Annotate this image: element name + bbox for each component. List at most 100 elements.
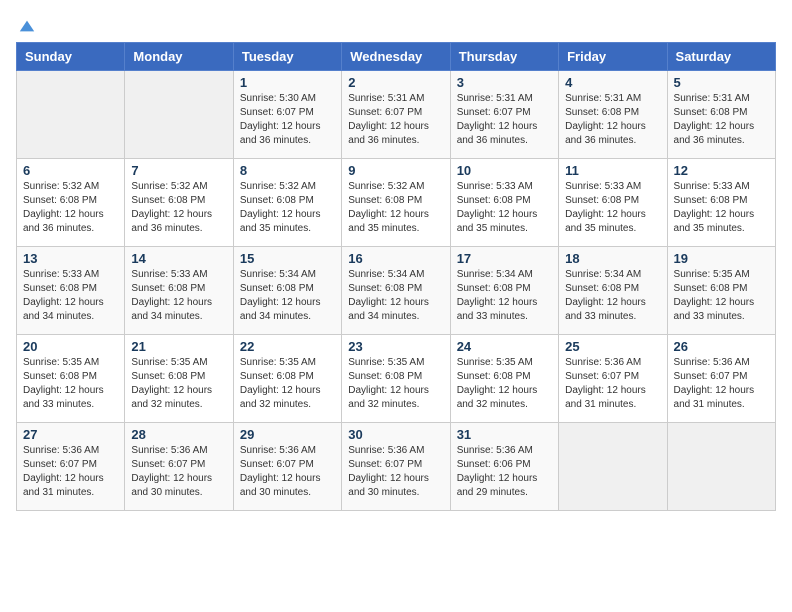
calendar-cell: 8 Sunrise: 5:32 AM Sunset: 6:08 PM Daylig… xyxy=(233,158,341,246)
day-detail: Sunrise: 5:34 AM Sunset: 6:08 PM Dayligh… xyxy=(240,268,335,324)
day-detail: Sunrise: 5:34 AM Sunset: 6:08 PM Dayligh… xyxy=(457,268,552,324)
calendar-cell: 25 Sunrise: 5:36 AM Sunset: 6:07 PM Dayli… xyxy=(559,334,667,422)
calendar-cell: 31 Sunrise: 5:36 AM Sunset: 6:06 PM Dayli… xyxy=(450,422,558,510)
day-number: 10 xyxy=(457,163,552,178)
day-detail: Sunrise: 5:36 AM Sunset: 6:07 PM Dayligh… xyxy=(131,444,226,500)
calendar-cell: 30 Sunrise: 5:36 AM Sunset: 6:07 PM Dayli… xyxy=(342,422,450,510)
calendar-cell xyxy=(559,422,667,510)
calendar-cell: 10 Sunrise: 5:33 AM Sunset: 6:08 PM Dayli… xyxy=(450,158,558,246)
day-number: 13 xyxy=(23,251,118,266)
day-number: 2 xyxy=(348,75,443,90)
logo-text xyxy=(16,16,36,36)
day-detail: Sunrise: 5:36 AM Sunset: 6:06 PM Dayligh… xyxy=(457,444,552,500)
day-number: 31 xyxy=(457,427,552,442)
calendar-cell: 16Sunrise: 5:34 AM Sunset: 6:08 PM Dayli… xyxy=(342,246,450,334)
day-number: 22 xyxy=(240,339,335,354)
day-detail: Sunrise: 5:34 AM Sunset: 6:08 PM Dayligh… xyxy=(348,268,443,324)
calendar-cell xyxy=(17,70,125,158)
day-detail: Sunrise: 5:31 AM Sunset: 6:08 PM Dayligh… xyxy=(565,92,660,148)
page-header xyxy=(16,16,776,32)
day-detail: Sunrise: 5:31 AM Sunset: 6:08 PM Dayligh… xyxy=(674,92,769,148)
calendar-cell: 17 Sunrise: 5:34 AM Sunset: 6:08 PM Dayli… xyxy=(450,246,558,334)
day-detail: Sunrise: 5:33 AM Sunset: 6:08 PM Dayligh… xyxy=(131,268,226,324)
calendar-cell: 26 Sunrise: 5:36 AM Sunset: 6:07 PM Dayli… xyxy=(667,334,775,422)
weekday-header-tuesday: Tuesday xyxy=(233,42,341,70)
calendar-cell: 29 Sunrise: 5:36 AM Sunset: 6:07 PM Dayli… xyxy=(233,422,341,510)
day-number: 28 xyxy=(131,427,226,442)
day-detail: Sunrise: 5:33 AM Sunset: 6:08 PM Dayligh… xyxy=(457,180,552,236)
weekday-header-saturday: Saturday xyxy=(667,42,775,70)
day-number: 3 xyxy=(457,75,552,90)
calendar-cell: 19 Sunrise: 5:35 AM Sunset: 6:08 PM Dayli… xyxy=(667,246,775,334)
day-number: 19 xyxy=(674,251,769,266)
day-detail: Sunrise: 5:32 AM Sunset: 6:08 PM Dayligh… xyxy=(348,180,443,236)
calendar-cell: 15 Sunrise: 5:34 AM Sunset: 6:08 PM Dayli… xyxy=(233,246,341,334)
day-number: 27 xyxy=(23,427,118,442)
day-number: 24 xyxy=(457,339,552,354)
day-detail: Sunrise: 5:35 AM Sunset: 6:08 PM Dayligh… xyxy=(674,268,769,324)
calendar-cell: 6 Sunrise: 5:32 AM Sunset: 6:08 PM Daylig… xyxy=(17,158,125,246)
day-detail: Sunrise: 5:36 AM Sunset: 6:07 PM Dayligh… xyxy=(565,356,660,412)
day-number: 18 xyxy=(565,251,660,266)
day-detail: Sunrise: 5:30 AM Sunset: 6:07 PM Dayligh… xyxy=(240,92,335,148)
day-detail: Sunrise: 5:36 AM Sunset: 6:07 PM Dayligh… xyxy=(348,444,443,500)
day-number: 7 xyxy=(131,163,226,178)
day-number: 26 xyxy=(674,339,769,354)
weekday-header-wednesday: Wednesday xyxy=(342,42,450,70)
calendar-cell: 9 Sunrise: 5:32 AM Sunset: 6:08 PM Daylig… xyxy=(342,158,450,246)
day-number: 8 xyxy=(240,163,335,178)
day-number: 9 xyxy=(348,163,443,178)
logo xyxy=(16,16,36,32)
day-number: 30 xyxy=(348,427,443,442)
day-detail: Sunrise: 5:31 AM Sunset: 6:07 PM Dayligh… xyxy=(348,92,443,148)
weekday-header-sunday: Sunday xyxy=(17,42,125,70)
day-number: 25 xyxy=(565,339,660,354)
day-detail: Sunrise: 5:32 AM Sunset: 6:08 PM Dayligh… xyxy=(131,180,226,236)
day-number: 4 xyxy=(565,75,660,90)
day-number: 20 xyxy=(23,339,118,354)
day-number: 5 xyxy=(674,75,769,90)
calendar-cell: 27 Sunrise: 5:36 AM Sunset: 6:07 PM Dayli… xyxy=(17,422,125,510)
calendar-cell xyxy=(125,70,233,158)
weekday-header-friday: Friday xyxy=(559,42,667,70)
calendar-cell: 20Sunrise: 5:35 AM Sunset: 6:08 PM Dayli… xyxy=(17,334,125,422)
calendar-cell: 2 Sunrise: 5:31 AM Sunset: 6:07 PM Daylig… xyxy=(342,70,450,158)
calendar-cell: 5 Sunrise: 5:31 AM Sunset: 6:08 PM Daylig… xyxy=(667,70,775,158)
weekday-header-monday: Monday xyxy=(125,42,233,70)
calendar-cell: 1 Sunrise: 5:30 AM Sunset: 6:07 PM Daylig… xyxy=(233,70,341,158)
day-detail: Sunrise: 5:35 AM Sunset: 6:08 PM Dayligh… xyxy=(348,356,443,412)
day-detail: Sunrise: 5:32 AM Sunset: 6:08 PM Dayligh… xyxy=(23,180,118,236)
calendar-cell: 22 Sunrise: 5:35 AM Sunset: 6:08 PM Dayli… xyxy=(233,334,341,422)
day-number: 14 xyxy=(131,251,226,266)
calendar-cell: 7 Sunrise: 5:32 AM Sunset: 6:08 PM Daylig… xyxy=(125,158,233,246)
calendar-cell xyxy=(667,422,775,510)
calendar-cell: 12 Sunrise: 5:33 AM Sunset: 6:08 PM Dayli… xyxy=(667,158,775,246)
day-number: 12 xyxy=(674,163,769,178)
day-number: 21 xyxy=(131,339,226,354)
day-detail: Sunrise: 5:31 AM Sunset: 6:07 PM Dayligh… xyxy=(457,92,552,148)
day-number: 23 xyxy=(348,339,443,354)
calendar-cell: 18Sunrise: 5:34 AM Sunset: 6:08 PM Dayli… xyxy=(559,246,667,334)
day-detail: Sunrise: 5:33 AM Sunset: 6:08 PM Dayligh… xyxy=(23,268,118,324)
day-detail: Sunrise: 5:33 AM Sunset: 6:08 PM Dayligh… xyxy=(565,180,660,236)
day-detail: Sunrise: 5:33 AM Sunset: 6:08 PM Dayligh… xyxy=(674,180,769,236)
day-number: 29 xyxy=(240,427,335,442)
calendar-cell: 13 Sunrise: 5:33 AM Sunset: 6:08 PM Dayli… xyxy=(17,246,125,334)
day-detail: Sunrise: 5:35 AM Sunset: 6:08 PM Dayligh… xyxy=(240,356,335,412)
day-detail: Sunrise: 5:35 AM Sunset: 6:08 PM Dayligh… xyxy=(457,356,552,412)
day-detail: Sunrise: 5:32 AM Sunset: 6:08 PM Dayligh… xyxy=(240,180,335,236)
weekday-header-thursday: Thursday xyxy=(450,42,558,70)
day-number: 15 xyxy=(240,251,335,266)
day-number: 11 xyxy=(565,163,660,178)
day-detail: Sunrise: 5:36 AM Sunset: 6:07 PM Dayligh… xyxy=(240,444,335,500)
calendar-cell: 4 Sunrise: 5:31 AM Sunset: 6:08 PM Daylig… xyxy=(559,70,667,158)
day-number: 17 xyxy=(457,251,552,266)
day-detail: Sunrise: 5:35 AM Sunset: 6:08 PM Dayligh… xyxy=(131,356,226,412)
day-number: 1 xyxy=(240,75,335,90)
calendar-cell: 21 Sunrise: 5:35 AM Sunset: 6:08 PM Dayli… xyxy=(125,334,233,422)
day-detail: Sunrise: 5:36 AM Sunset: 6:07 PM Dayligh… xyxy=(23,444,118,500)
calendar: SundayMondayTuesdayWednesdayThursdayFrid… xyxy=(16,42,776,511)
calendar-cell: 24 Sunrise: 5:35 AM Sunset: 6:08 PM Dayli… xyxy=(450,334,558,422)
day-number: 6 xyxy=(23,163,118,178)
day-detail: Sunrise: 5:36 AM Sunset: 6:07 PM Dayligh… xyxy=(674,356,769,412)
